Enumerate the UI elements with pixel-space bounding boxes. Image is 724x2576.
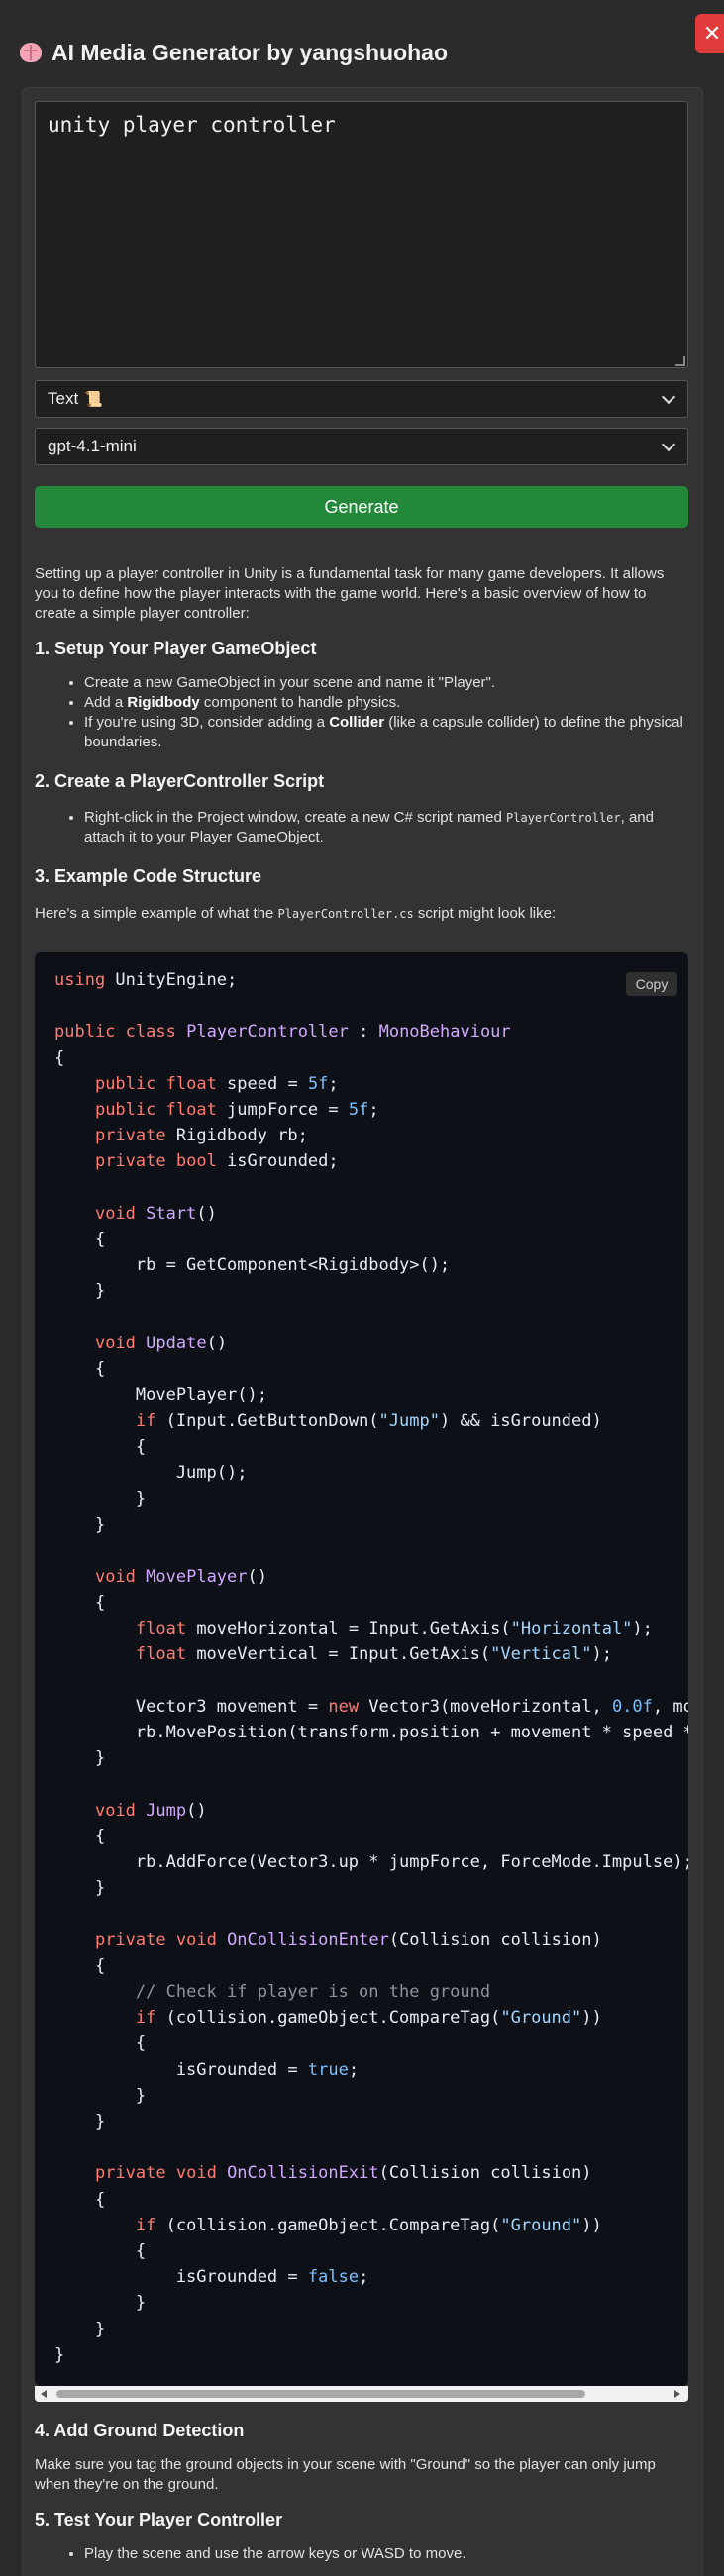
response-content: Setting up a player controller in Unity … [35,564,688,924]
bullet-list: Play the scene and use the arrow keys or… [35,2544,688,2564]
code-block: using UnityEngine; public class PlayerCo… [35,952,688,2386]
prompt-input[interactable]: unity player controller [35,101,688,368]
response-content-continued: 4. Add Ground Detection Make sure you ta… [35,2420,688,2564]
bullet-list: Right-click in the Project window, creat… [35,808,688,847]
paragraph: Here's a simple example of what the Play… [35,905,557,922]
mode-select-value: Text 📜 [48,389,103,408]
chevron-down-icon [661,389,676,404]
mode-select[interactable]: Text 📜 [35,380,688,418]
scroll-right-icon[interactable] [674,2390,680,2398]
code-content: using UnityEngine; public class PlayerCo… [54,970,688,2365]
paragraph: Make sure you tag the ground objects in … [35,2456,656,2493]
app-window: AI Media Generator by yangshuohao ✕ unit… [0,0,724,2576]
section-heading: 4. Add Ground Detection [35,2421,245,2440]
app-header: AI Media Generator by yangshuohao [20,36,448,69]
list-item: Add a Rigidbody component to handle phys… [84,693,688,713]
model-select[interactable]: gpt-4.1-mini [35,428,688,465]
brain-icon [20,43,42,62]
model-select-value: gpt-4.1-mini [48,437,137,455]
list-item: Right-click in the Project window, creat… [84,808,688,847]
code-horizontal-scrollbar[interactable] [35,2386,688,2402]
list-item: If you're using 3D, consider adding a Co… [84,713,688,752]
close-button[interactable]: ✕ [695,14,724,53]
list-item: Play the scene and use the arrow keys or… [84,2544,688,2564]
app-title: AI Media Generator by yangshuohao [52,39,449,65]
scroll-left-icon[interactable] [41,2390,47,2398]
section-heading: 1. Setup Your Player GameObject [35,639,317,658]
bullet-list: Create a new GameObject in your scene an… [35,673,688,752]
copy-button[interactable]: Copy [626,972,677,996]
scroll-thumb[interactable] [56,2390,585,2398]
chevron-down-icon [661,437,676,451]
section-heading: 2. Create a PlayerController Script [35,771,325,791]
intro-paragraph: Setting up a player controller in Unity … [35,565,665,622]
generate-button[interactable]: Generate [35,486,688,528]
list-item: Create a new GameObject in your scene an… [84,673,688,693]
section-heading: 5. Test Your Player Controller [35,2510,283,2529]
resize-handle-icon[interactable] [675,356,685,366]
section-heading: 3. Example Code Structure [35,866,262,886]
scroll-icon: 📜 [84,391,103,408]
